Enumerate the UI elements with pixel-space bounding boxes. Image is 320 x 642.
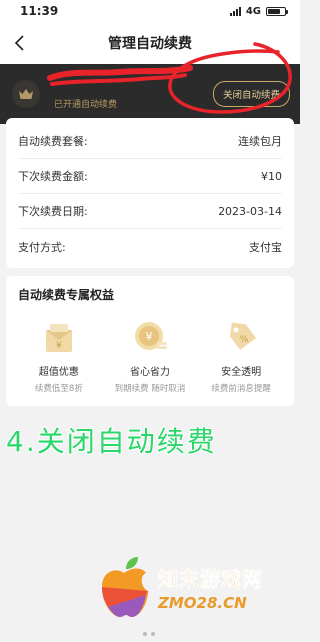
- benefits-card: 自动续费专属权益 ¥ 超值优惠 续费低至8折 ¥ 省心省力 到期续费 随时取消 …: [6, 276, 294, 406]
- step-caption: 4.关闭自动续费: [5, 424, 217, 459]
- vip-status: 已开通自动续费: [54, 99, 118, 110]
- benefit-item: ¥ 省心省力 到期续费 随时取消: [105, 317, 195, 394]
- info-row: 支付方式: 支付宝: [18, 229, 282, 264]
- apple-logo-icon: [102, 557, 148, 617]
- vip-info: 已开通自动续费: [54, 79, 213, 110]
- benefit-desc: 到期续费 随时取消: [114, 384, 186, 394]
- info-row: 下次续费金额: ¥10: [18, 159, 282, 194]
- crown-icon: [12, 80, 40, 108]
- status-indicators: 4G: [229, 5, 288, 17]
- benefit-desc: 续费前消息提醒: [211, 384, 271, 394]
- subscription-info-card: 自动续费套餐: 连续包月下次续费金额: ¥10 下次续费日期: 2023-03-14 支付…: [6, 118, 294, 268]
- chevron-left-icon[interactable]: [10, 33, 30, 53]
- page-title: 管理自动续费: [108, 36, 192, 52]
- svg-text:¥: ¥: [56, 341, 62, 351]
- info-value: 连续包月: [238, 135, 282, 148]
- battery-icon: [266, 6, 288, 16]
- network-label: 4G: [245, 5, 261, 17]
- page-dot: [151, 632, 155, 636]
- info-value: 2023-03-14: [218, 204, 282, 218]
- status-bar: 11:39 4G: [0, 0, 300, 22]
- tag-icon: %: [221, 317, 261, 357]
- benefit-name: 安全透明: [221, 367, 262, 378]
- signal-icon: [229, 6, 241, 16]
- info-row: 下次续费日期: 2023-03-14: [18, 194, 282, 229]
- svg-text:%: %: [240, 335, 249, 345]
- site-watermark: 知末游戏网 ZMO28.CN: [96, 555, 263, 619]
- info-label: 下次续费日期:: [18, 205, 88, 218]
- svg-text:¥: ¥: [146, 330, 153, 343]
- benefit-item: ¥ 超值优惠 续费低至8折: [14, 317, 104, 394]
- coin-icon: ¥: [130, 317, 170, 357]
- close-auto-renew-button[interactable]: 关闭自动续费: [212, 81, 290, 107]
- gift-icon: ¥: [39, 317, 79, 357]
- benefit-desc: 续费低至8折: [34, 384, 83, 394]
- vip-username: [54, 79, 213, 95]
- benefit-item: % 安全透明 续费前消息提醒: [196, 317, 286, 394]
- info-label: 下次续费金额:: [18, 170, 88, 183]
- benefit-name: 省心省力: [130, 367, 170, 378]
- info-label: 自动续费套餐:: [18, 135, 88, 148]
- watermark-text: 知末游戏网 ZMO28.CN: [158, 563, 263, 612]
- benefits-title: 自动续费专属权益: [18, 288, 115, 302]
- info-value: 支付宝: [249, 240, 282, 254]
- benefits-list: ¥ 超值优惠 续费低至8折 ¥ 省心省力 到期续费 随时取消 % 安全透明 续费…: [14, 317, 286, 394]
- info-row: 自动续费套餐: 连续包月: [18, 124, 282, 159]
- benefit-name: 超值优惠: [38, 367, 79, 378]
- watermark-url: ZMO28.CN: [158, 593, 247, 612]
- info-label: 支付方式:: [18, 240, 66, 254]
- info-value: ¥10: [261, 169, 282, 183]
- page-dot: [143, 632, 147, 636]
- page-indicator: [143, 632, 155, 636]
- watermark-name: 知末游戏网: [158, 566, 263, 591]
- vip-header: 已开通自动续费 关闭自动续费: [0, 64, 300, 124]
- status-time: 11:39: [20, 4, 59, 18]
- nav-bar: 管理自动续费: [0, 22, 300, 64]
